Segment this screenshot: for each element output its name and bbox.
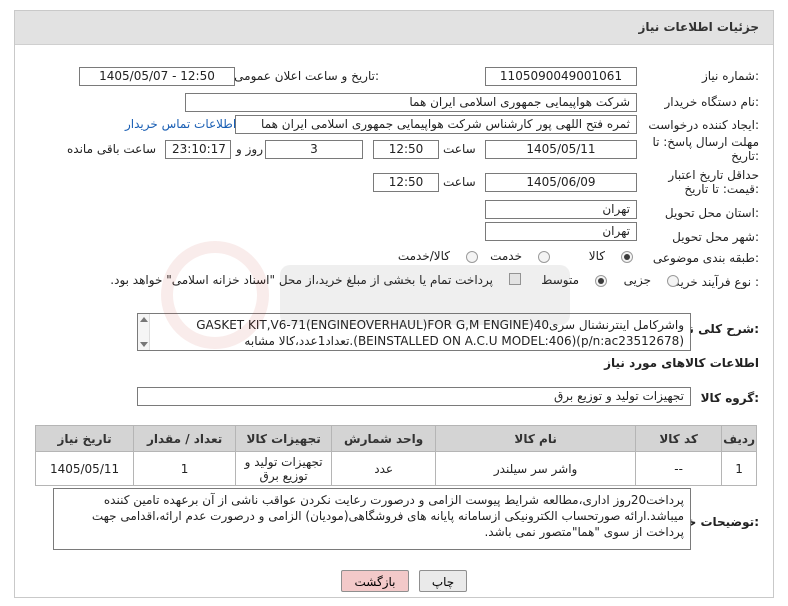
- process-radio-partial[interactable]: [667, 275, 679, 287]
- day-and-label: روز و: [236, 142, 263, 156]
- cell-name: واشر سر سیلندر: [435, 451, 637, 486]
- process-partial-text: جزیی: [623, 273, 651, 287]
- items-table: ردیف کد کالا نام کالا واحد شمارش تجهیزات…: [34, 425, 757, 486]
- details-panel: جزئیات اطلاعات نیاز شماره نیاز: 11050900…: [14, 10, 774, 598]
- goods-info-heading: اطلاعات کالاهای مورد نیاز: [604, 356, 759, 370]
- process-type-label: نوع فرآیند خرید :: [674, 275, 759, 289]
- cell-code: --: [635, 451, 723, 486]
- scroll-down-icon[interactable]: [140, 342, 148, 347]
- requester-field: ثمره فتح اللهی پور کارشناس شرکت هواپیمای…: [235, 115, 637, 134]
- reply-time-label: ساعت: [443, 142, 476, 156]
- cell-equipment: تجهیزات تولید و توزیع برق: [235, 451, 333, 486]
- col-need-date: تاریخ نیاز: [34, 425, 135, 452]
- reply-deadline-label: مهلت ارسال پاسخ: تا تاریخ:: [652, 135, 759, 163]
- category-radio-goods-service[interactable]: [466, 251, 478, 263]
- goods-group-label: گروه کالا:: [700, 391, 759, 405]
- cell-row: 1: [721, 451, 757, 486]
- table-row: 1 -- واشر سر سیلندر عدد تجهیزات تولید و …: [34, 451, 757, 486]
- col-equipment: تجهیزات کالا: [235, 425, 333, 452]
- back-button[interactable]: بازگشت: [341, 570, 409, 592]
- announce-datetime-field: 1405/05/07 - 12:50: [79, 67, 235, 86]
- category-goods-text: کالا: [588, 249, 605, 263]
- treasury-checkbox[interactable]: [509, 273, 521, 285]
- table-header-row: ردیف کد کالا نام کالا واحد شمارش تجهیزات…: [34, 425, 757, 452]
- remaining-label: ساعت باقی مانده: [67, 142, 157, 156]
- price-validity-label: حداقل تاریخ اعتبار قیمت: تا تاریخ:: [668, 168, 759, 196]
- buyer-contact-link[interactable]: اطلاعات تماس خریدار: [125, 117, 236, 131]
- category-goods-service-text: کالا/خدمت: [397, 249, 450, 263]
- col-name: نام کالا: [435, 425, 637, 452]
- general-desc-textarea[interactable]: واشرکامل اینترنشنال سریGASKET KIT,V6-71(…: [137, 313, 691, 351]
- price-time-label: ساعت: [443, 175, 476, 189]
- category-service-text: خدمت: [490, 249, 522, 263]
- announce-datetime-label: تاریخ و ساعت اعلان عمومی:: [234, 69, 379, 83]
- category-radio-service[interactable]: [538, 251, 550, 263]
- category-label: طبقه بندی موضوعی:: [652, 251, 759, 265]
- requester-label: ایجاد کننده درخواست:: [648, 118, 759, 132]
- buyer-org-field: شرکت هواپیمایی جمهوری اسلامی ایران هما: [185, 93, 637, 112]
- desc-scrollbar[interactable]: [138, 314, 150, 350]
- panel-title: جزئیات اطلاعات نیاز: [638, 20, 759, 34]
- category-radio-goods[interactable]: [621, 251, 633, 263]
- treasury-note: پرداخت تمام یا بخشی از مبلغ خرید،از محل …: [110, 273, 493, 287]
- delivery-province-field: تهران: [485, 200, 637, 219]
- price-date-field: 1405/06/09: [485, 173, 637, 192]
- delivery-province-label: استان محل تحویل:: [664, 206, 759, 220]
- col-row: ردیف: [721, 425, 757, 452]
- col-quantity: تعداد / مقدار: [133, 425, 237, 452]
- desc-line-2: (p/n:ac23512678)(BEINSTALLED ON A.C.U MO…: [244, 334, 684, 348]
- panel-header: جزئیات اطلاعات نیاز: [15, 11, 773, 45]
- delivery-city-field: تهران: [485, 222, 637, 241]
- reply-days-field: 3: [265, 140, 363, 159]
- process-radio-medium[interactable]: [595, 275, 607, 287]
- col-unit: واحد شمارش: [331, 425, 437, 452]
- cell-unit: عدد: [331, 451, 437, 486]
- reply-remaining-field: 23:10:17: [165, 140, 231, 159]
- need-number-label: شماره نیاز:: [701, 69, 759, 83]
- delivery-city-label: شهر محل تحویل:: [672, 230, 759, 244]
- reply-time-field: 12:50: [373, 140, 439, 159]
- buyer-notes-textarea[interactable]: پرداخت20روز اداری،مطالعه شرایط پیوست الز…: [53, 488, 691, 550]
- need-number-field: 1105090049001061: [485, 67, 637, 86]
- cell-need-date: 1405/05/11: [34, 451, 135, 486]
- reply-date-field: 1405/05/11: [485, 140, 637, 159]
- cell-quantity: 1: [133, 451, 237, 486]
- scroll-up-icon[interactable]: [140, 317, 148, 322]
- desc-line-1: واشرکامل اینترنشنال سریGASKET KIT,V6-71(…: [196, 318, 684, 332]
- buyer-org-label: نام دستگاه خریدار:: [664, 95, 760, 109]
- print-button[interactable]: چاپ: [419, 570, 467, 592]
- goods-group-field: تجهیزات تولید و توزیع برق: [137, 387, 691, 406]
- col-code: کد کالا: [635, 425, 723, 452]
- price-time-field: 12:50: [373, 173, 439, 192]
- process-medium-text: متوسط: [541, 273, 579, 287]
